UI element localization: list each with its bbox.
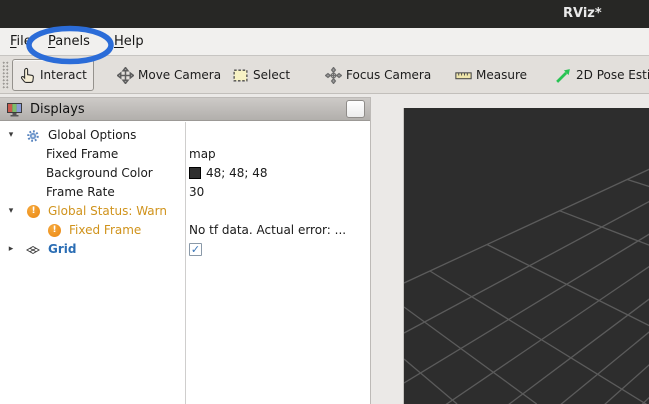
displays-panel-title: Displays <box>30 102 85 117</box>
tool-select-button[interactable]: Select <box>226 59 296 91</box>
menu-panels-rest: anels <box>55 34 90 49</box>
tool-interact-button[interactable]: Interact <box>12 59 94 91</box>
focus-cross-icon <box>325 67 342 84</box>
select-box-icon <box>232 67 249 84</box>
rviz-window: RViz* File Panels Help Interact Move Cam… <box>0 0 649 404</box>
row-label: Grid <box>48 240 76 259</box>
collapse-arrow-icon[interactable]: ▸ <box>5 240 17 259</box>
tool-label: Measure <box>476 68 527 82</box>
displays-panel-header[interactable]: Displays <box>0 98 370 121</box>
expand-arrow-icon[interactable]: ▾ <box>5 126 17 145</box>
tree-row-fixed-frame-status[interactable]: ! Fixed Frame No tf data. Actual error: … <box>0 221 370 240</box>
panel-hide-button[interactable] <box>346 100 365 118</box>
tree-row-global-status[interactable]: ▾ ! Global Status: Warn <box>0 202 370 221</box>
tool-label: Move Camera <box>138 68 221 82</box>
row-label: Global Options <box>48 126 136 145</box>
hand-icon <box>19 67 36 84</box>
tree-row-global-options[interactable]: ▾ Global Options <box>0 126 370 145</box>
expand-arrow-icon[interactable]: ▾ <box>5 202 17 221</box>
move-arrows-icon <box>117 67 134 84</box>
tf-error-value: No tf data. Actual error: ... <box>189 221 368 240</box>
ground-grid <box>404 108 649 404</box>
fixed-frame-value[interactable]: map <box>189 145 368 164</box>
menu-file-rest: ile <box>17 34 32 49</box>
menu-help-mnemonic: H <box>114 34 124 49</box>
tree-row-fixed-frame[interactable]: Fixed Frame map <box>0 145 370 164</box>
menu-file[interactable]: File <box>4 28 38 55</box>
tool-label: 2D Pose Esti <box>576 68 649 82</box>
warning-icon: ! <box>48 224 61 237</box>
row-label: Global Status: Warn <box>48 202 167 221</box>
displays-panel: Displays ▾ Global Options Fixed Frame ma… <box>0 97 371 404</box>
tree-row-background-color[interactable]: Background Color 48; 48; 48 <box>0 164 370 183</box>
green-arrow-icon <box>555 67 572 84</box>
color-swatch <box>189 167 201 179</box>
window-title: RViz* <box>563 0 602 28</box>
ruler-icon <box>455 67 472 84</box>
row-label: Fixed Frame <box>69 221 141 240</box>
tool-label: Focus Camera <box>346 68 431 82</box>
row-label: Frame Rate <box>46 183 115 202</box>
grid-enabled-checkbox[interactable]: ✓ <box>189 240 368 259</box>
background-color-value[interactable]: 48; 48; 48 <box>189 164 368 183</box>
warning-icon: ! <box>27 205 40 218</box>
displays-tree: ▾ Global Options Fixed Frame map Backgro… <box>0 122 370 404</box>
tree-row-frame-rate[interactable]: Frame Rate 30 <box>0 183 370 202</box>
monitor-icon <box>6 102 23 117</box>
grid-lattice-icon <box>26 243 40 257</box>
menu-panels[interactable]: Panels <box>42 28 96 55</box>
tool-measure-button[interactable]: Measure <box>449 59 533 91</box>
tool-label: Interact <box>40 68 87 82</box>
row-label: Background Color <box>46 164 153 183</box>
3d-viewport[interactable] <box>403 108 649 404</box>
tool-focus-camera-button[interactable]: Focus Camera <box>319 59 437 91</box>
gear-icon <box>26 129 40 143</box>
tool-label: Select <box>253 68 290 82</box>
row-label: Fixed Frame <box>46 145 118 164</box>
checkbox-check-icon: ✓ <box>189 243 202 256</box>
color-value-text: 48; 48; 48 <box>206 166 268 180</box>
tree-row-grid[interactable]: ▸ Grid ✓ <box>0 240 370 259</box>
menu-help-rest: elp <box>124 34 144 49</box>
toolbar-grip-handle[interactable] <box>2 61 9 89</box>
menubar: File Panels Help <box>0 28 649 56</box>
tool-move-camera-button[interactable]: Move Camera <box>111 59 227 91</box>
toolbar: Interact Move Camera Select Focus Camera <box>0 56 649 94</box>
tool-2d-pose-estimate-button[interactable]: 2D Pose Esti <box>549 59 649 91</box>
titlebar[interactable]: RViz* <box>0 0 649 28</box>
menu-help[interactable]: Help <box>108 28 150 55</box>
frame-rate-value[interactable]: 30 <box>189 183 368 202</box>
